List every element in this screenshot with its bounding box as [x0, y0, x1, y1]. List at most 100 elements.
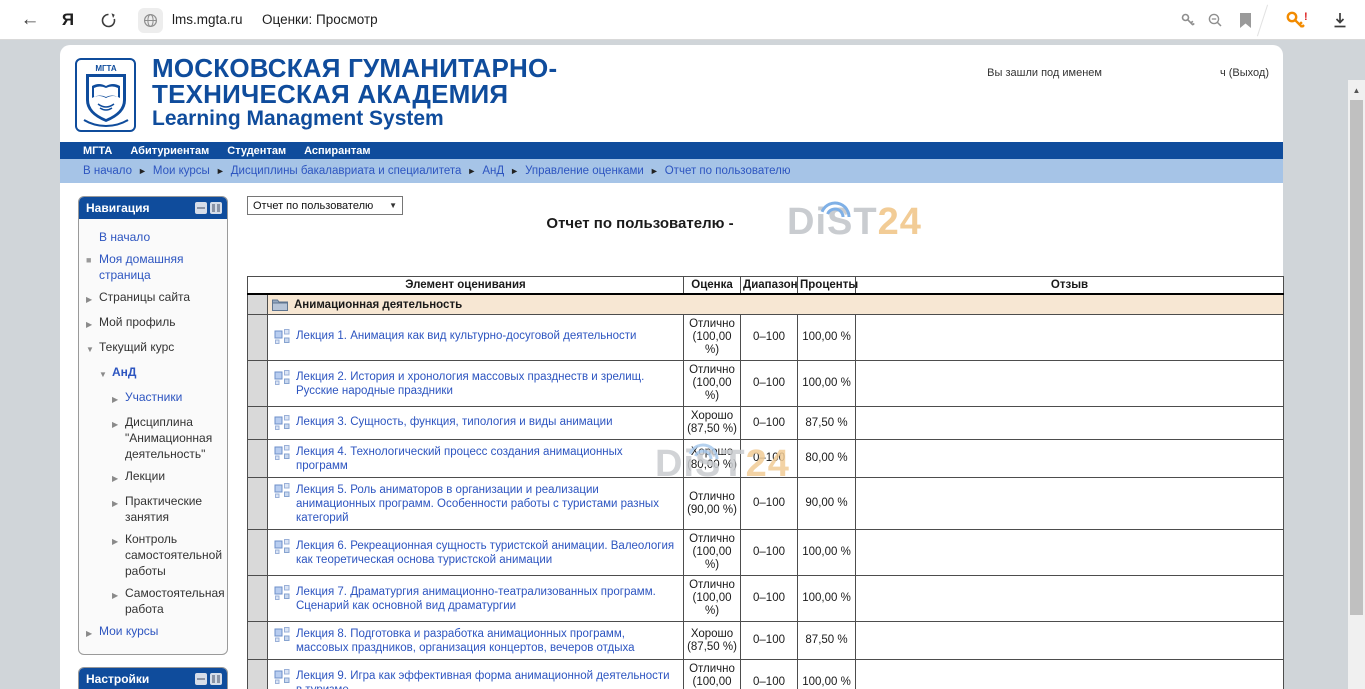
sidebar-item-control[interactable]: ▶ Контроль самостоятельной работы [112, 528, 223, 582]
grade-item-link[interactable]: Лекция 3. Сущность, функция, типология и… [296, 414, 613, 429]
category-row: Анимационная деятельность [248, 294, 1284, 315]
grade-item-link[interactable]: Лекция 2. История и хронология массовых … [296, 369, 677, 398]
grade-item-link[interactable]: Лекция 9. Игра как эффективная форма ани… [296, 668, 677, 689]
grade-value-cell: Хорошо (87,50 %) [684, 407, 741, 440]
browser-toolbar: ← Я lms.mgta.ru Оценки: Просмотр ! [0, 0, 1365, 40]
nav-item-studentam[interactable]: Студентам [227, 145, 286, 157]
column-header-feedback: Отзыв [856, 277, 1284, 295]
grade-item-label-cell: Лекция 5. Роль аниматоров в организации … [268, 478, 684, 530]
collapsed-icon: ▶ [112, 414, 125, 462]
category-cell: Анимационная деятельность [268, 294, 1284, 315]
breadcrumb-course[interactable]: АнД [482, 165, 504, 177]
download-button[interactable] [1326, 0, 1354, 40]
login-prefix: Вы зашли под именем [987, 67, 1102, 79]
range-cell: 0–100 [741, 407, 798, 440]
grade-item-label-cell: Лекция 7. Драматургия анимационно-театра… [268, 576, 684, 622]
range-cell: 0–100 [741, 478, 798, 530]
page-search-icon[interactable] [1202, 0, 1228, 40]
grade-item-label-cell: Лекция 8. Подготовка и разработка анимац… [268, 622, 684, 660]
feedback-cell [856, 478, 1284, 530]
sidebar-item-home[interactable]: В начало [86, 226, 223, 248]
indent-cell [248, 361, 268, 407]
top-navbar: МГТА Абитуриентам Студентам Аспирантам [60, 142, 1283, 159]
dock-block-icon[interactable] [210, 202, 222, 214]
grade-item-link[interactable]: Лекция 6. Рекреационная сущность туристс… [296, 538, 677, 567]
dock-block-icon[interactable] [210, 673, 222, 685]
nav-item-mgta[interactable]: МГТА [83, 145, 112, 157]
breadcrumb-disciplines[interactable]: Дисциплины бакалавриата и специалитета [231, 165, 462, 177]
sidebar-item-and-course[interactable]: ▼ АнД [99, 361, 223, 386]
sidebar-item-practice[interactable]: ▶ Практические занятия [112, 490, 223, 528]
yandex-button[interactable]: Я [54, 0, 82, 40]
breadcrumb-my-courses[interactable]: Мои курсы [153, 165, 210, 177]
mgta-logo[interactable]: МГТА [75, 58, 136, 132]
lms-page: МГТА МОСКОВСКАЯ ГУМАНИТАРНО- ТЕХНИЧЕСКАЯ… [60, 45, 1283, 689]
scroll-up-icon[interactable]: ▲ [1348, 82, 1365, 98]
lesson-icon [274, 328, 290, 347]
sidebar-item-participants[interactable]: ▶ Участники [112, 386, 223, 411]
column-header-grade: Оценка [684, 277, 741, 295]
grade-item-link[interactable]: Лекция 4. Технологический процесс создан… [296, 444, 677, 473]
navigation-block-header: Навигация [79, 197, 227, 219]
back-button[interactable]: ← [16, 0, 44, 40]
sidebar-item-my-home[interactable]: ■ Моя домашняя страница [86, 248, 223, 286]
grade-item-row: Лекция 7. Драматургия анимационно-театра… [248, 576, 1284, 622]
folder-icon [272, 298, 288, 311]
percent-cell: 100,00 % [798, 315, 856, 361]
indent-cell [248, 294, 268, 315]
bookmark-icon[interactable] [1232, 0, 1258, 40]
breadcrumb-separator-icon: ► [650, 166, 659, 176]
navigation-block-title: Навигация [86, 201, 150, 215]
login-status: Вы зашли под именем ч (Выход) [987, 67, 1269, 79]
scrollbar-thumb[interactable] [1350, 100, 1363, 615]
lesson-icon [274, 626, 290, 645]
grade-item-row: Лекция 9. Игра как эффективная форма ани… [248, 660, 1284, 689]
collapse-block-icon[interactable] [195, 673, 207, 685]
grade-value-cell: Отлично (90,00 %) [684, 478, 741, 530]
grade-item-label-cell: Лекция 9. Игра как эффективная форма ани… [268, 660, 684, 689]
sidebar-item-site-pages[interactable]: ▶ Страницы сайта [86, 286, 223, 311]
sidebar-item-lectures[interactable]: ▶ Лекции [112, 465, 223, 490]
no-icon [86, 229, 99, 245]
grade-item-link[interactable]: Лекция 1. Анимация как вид культурно-дос… [296, 328, 636, 343]
sidebar-item-self-work[interactable]: ▶ Самостоятельная работа [112, 582, 223, 620]
grade-item-link[interactable]: Лекция 5. Роль аниматоров в организации … [296, 482, 677, 525]
column-header-percent: Проценты [798, 277, 856, 295]
percent-cell: 100,00 % [798, 576, 856, 622]
password-icon[interactable] [1175, 0, 1201, 40]
sidebar-item-current-course[interactable]: ▼ Текущий курс [86, 336, 223, 361]
address-page-title: Оценки: Просмотр [262, 12, 378, 27]
logout-link[interactable]: ч (Выход) [1220, 67, 1269, 79]
indent-cell [248, 478, 268, 530]
nav-item-aspirantam[interactable]: Аспирантам [304, 145, 370, 157]
nav-item-abiturientam[interactable]: Абитуриентам [130, 145, 209, 157]
sidebar-item-my-courses[interactable]: ▶ Мои курсы [86, 620, 223, 645]
collapsed-icon: ▶ [86, 314, 99, 333]
grade-table-body: Анимационная деятельность Лекция 1. Аним… [248, 294, 1284, 689]
address-url[interactable]: lms.mgta.ru [172, 12, 243, 27]
grade-item-link[interactable]: Лекция 7. Драматургия анимационно-театра… [296, 584, 677, 613]
percent-cell: 100,00 % [798, 660, 856, 689]
grade-item-link[interactable]: Лекция 8. Подготовка и разработка анимац… [296, 626, 677, 655]
collapse-block-icon[interactable] [195, 202, 207, 214]
grade-item-label-cell: Лекция 1. Анимация как вид культурно-дос… [268, 315, 684, 361]
breadcrumb-home[interactable]: В начало [83, 165, 132, 177]
report-type-select[interactable]: Отчет по пользователю ▼ [247, 196, 403, 215]
page-scrollbar[interactable]: ▲ ▼ [1348, 80, 1365, 689]
lesson-icon [274, 414, 290, 433]
site-title-line3: Learning Managment System [152, 107, 557, 131]
password-alert-button[interactable]: ! [1282, 0, 1312, 40]
table-header-row: Элемент оценивания Оценка Диапазон Проце… [248, 277, 1284, 295]
refresh-button[interactable] [94, 0, 122, 40]
breadcrumb-separator-icon: ► [216, 166, 225, 176]
settings-block-title: Настройки [86, 672, 149, 686]
sidebar-item-my-profile[interactable]: ▶ Мой профиль [86, 311, 223, 336]
grade-item-row: Лекция 1. Анимация как вид культурно-дос… [248, 315, 1284, 361]
breadcrumb-user-report[interactable]: Отчет по пользователю [665, 165, 791, 177]
sidebar-item-discipline[interactable]: ▶ Дисциплина "Анимационная деятельность" [112, 411, 223, 465]
breadcrumb-grade-admin[interactable]: Управление оценками [525, 165, 644, 177]
wifi-arcs-icon [818, 191, 852, 217]
percent-cell: 100,00 % [798, 530, 856, 576]
lesson-icon [274, 584, 290, 603]
toolbar-divider [1257, 5, 1268, 37]
